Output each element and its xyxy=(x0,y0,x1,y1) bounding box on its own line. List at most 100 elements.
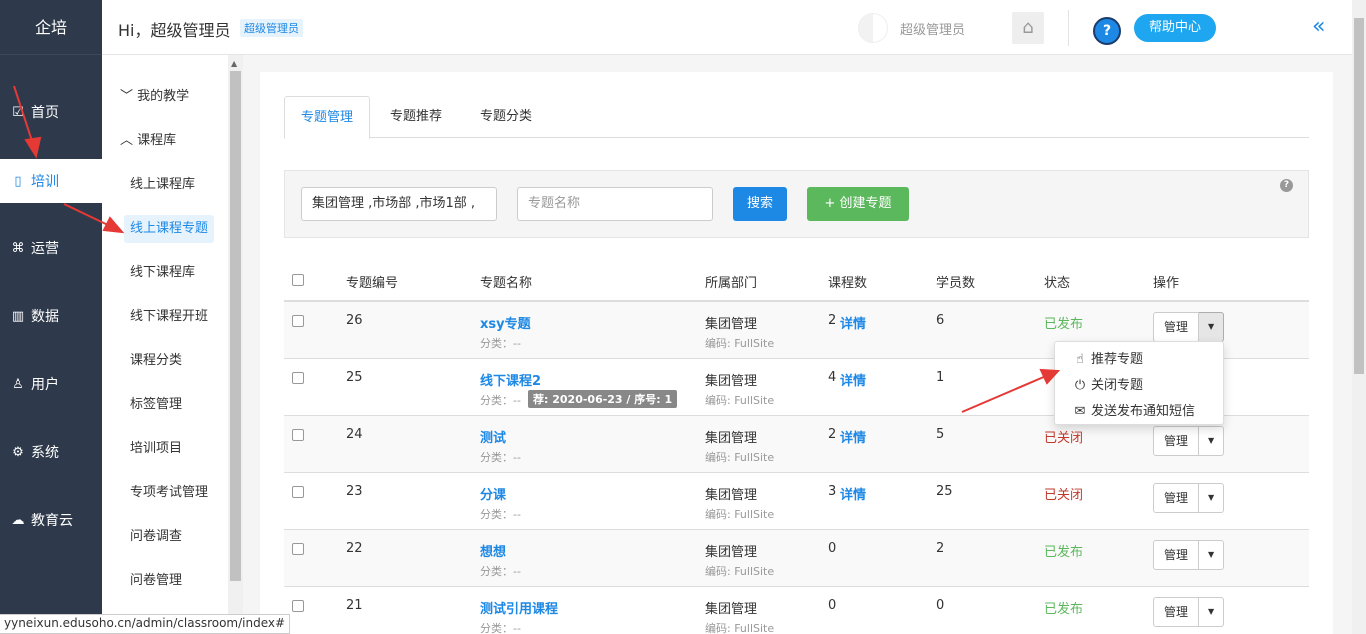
subnav-item-active[interactable]: 线上课程专题 xyxy=(124,215,215,243)
subnav-item[interactable]: 问卷调查 xyxy=(124,523,188,551)
search-button[interactable]: 搜索 xyxy=(733,187,787,221)
browser-status-url: yyneixun.edusoho.cn/admin/classroom/inde… xyxy=(0,614,291,634)
subnav-item[interactable]: 课程分类 xyxy=(124,347,188,375)
nav-item-label: 系统 xyxy=(31,445,59,461)
greeting: Hi，超级管理员 xyxy=(118,21,231,40)
help-icon[interactable]: ? xyxy=(1093,17,1121,45)
topic-name-link[interactable]: 测试 xyxy=(480,427,506,446)
topic-name-link[interactable]: 线下课程2 xyxy=(480,370,541,389)
department-code: 编码: FullSite xyxy=(705,508,775,521)
status-badge: 已关闭 xyxy=(1044,431,1084,446)
manage-button[interactable]: 管理 xyxy=(1153,540,1200,570)
row-checkbox[interactable] xyxy=(292,486,304,498)
nav-item-system[interactable]: ⚙ 系统 xyxy=(0,430,102,474)
select-all-checkbox[interactable] xyxy=(292,274,304,286)
caret-down-icon[interactable]: ▼ xyxy=(1199,540,1225,570)
subnav-item[interactable]: 线下课程开班 xyxy=(124,303,214,331)
course-count: 4 xyxy=(828,370,837,385)
topic-id: 25 xyxy=(346,370,363,385)
department: 集团管理 xyxy=(705,431,758,446)
topic-name-link[interactable]: 分课 xyxy=(480,484,506,503)
department-code: 编码: FullSite xyxy=(705,394,775,407)
topic-category: 分类：-- xyxy=(480,394,521,407)
main-sidebar: 企培 ☑ 首页 ▯ 培训 ⌘ 运营 ▥ 数据 ♙ 用户 ⚙ 系统 ☁ 教育云 xyxy=(0,0,102,634)
nav-item-operations[interactable]: ⌘ 运营 xyxy=(0,226,102,270)
subnav-item[interactable]: 培训项目 xyxy=(124,435,188,463)
nav-item-home[interactable]: ☑ 首页 xyxy=(0,90,102,134)
user-icon: ♙ xyxy=(12,376,24,392)
chevron-up-icon: ︿ xyxy=(120,133,134,148)
send-sms-item[interactable]: ✉ 发送发布通知短信 xyxy=(1055,399,1223,425)
nav-item-users[interactable]: ♙ 用户 xyxy=(0,362,102,406)
topic-name-link[interactable]: 想想 xyxy=(480,541,506,560)
topic-name-link[interactable]: xsy专题 xyxy=(480,313,531,332)
tab-topic-management[interactable]: 专题管理 xyxy=(284,96,371,139)
course-detail-link[interactable]: 详情 xyxy=(840,370,866,389)
command-icon: ⌘ xyxy=(11,240,25,256)
department-code: 编码: FullSite xyxy=(705,565,775,578)
page-scrollbar[interactable] xyxy=(1352,0,1366,634)
home-icon[interactable]: ⌂ xyxy=(1012,12,1044,44)
nav-item-data[interactable]: ▥ 数据 xyxy=(0,294,102,338)
nav-item-edu-cloud[interactable]: ☁ 教育云 xyxy=(0,498,102,542)
department: 集团管理 xyxy=(705,545,758,560)
nav-item-label: 数据 xyxy=(31,309,59,325)
subnav-item[interactable]: 线下课程库 xyxy=(124,259,201,287)
tab-topic-recommend[interactable]: 专题推荐 xyxy=(374,96,458,138)
department-select[interactable]: 集团管理 ,市场部 ,市场1部 , xyxy=(301,187,497,221)
caret-down-icon[interactable]: ▼ xyxy=(1199,312,1225,342)
nav-item-label: 运营 xyxy=(31,241,59,257)
subnav-scroll-thumb[interactable] xyxy=(230,71,241,581)
scroll-up-icon[interactable]: ▲ xyxy=(231,59,237,68)
recommend-topic-item[interactable]: ☝ 推荐专题 xyxy=(1055,347,1223,373)
topic-name-link[interactable]: 测试引用课程 xyxy=(480,598,558,617)
manage-button[interactable]: 管理 xyxy=(1153,312,1200,342)
book-icon: ▯ xyxy=(14,173,22,189)
course-detail-link[interactable]: 详情 xyxy=(840,484,866,503)
tab-bar: 专题管理 专题推荐 专题分类 xyxy=(284,96,1309,139)
create-topic-button[interactable]: + 创建专题 xyxy=(807,187,909,221)
table-row: 22 想想 分类：-- 集团管理 编码: FullSite 0 2 已发布 管理 ▼ xyxy=(284,530,1309,587)
topic-category: 分类：-- xyxy=(480,565,521,578)
action-button-group: 管理 ▼ xyxy=(1153,597,1225,627)
row-checkbox[interactable] xyxy=(292,372,304,384)
question-icon[interactable]: ? xyxy=(1280,179,1293,192)
subnav-scrollbar[interactable]: ▲ xyxy=(228,55,243,634)
row-checkbox[interactable] xyxy=(292,600,304,612)
subnav-item[interactable]: 问卷管理 xyxy=(124,567,188,595)
user-name[interactable]: 超级管理员 xyxy=(900,19,965,38)
row-checkbox[interactable] xyxy=(292,543,304,555)
bar-chart-icon: ▥ xyxy=(11,308,25,324)
tab-topic-category[interactable]: 专题分类 xyxy=(464,96,548,138)
chevron-down-icon: ﹀ xyxy=(120,89,134,104)
subnav-group-course-library[interactable]: ︿ 课程库 xyxy=(114,127,182,155)
subnav-item[interactable]: 标签管理 xyxy=(124,391,188,419)
avatar[interactable] xyxy=(858,13,888,43)
power-icon: ⏻ xyxy=(1074,378,1086,393)
brand-logo[interactable]: 企培 xyxy=(0,0,102,55)
row-checkbox[interactable] xyxy=(292,429,304,441)
topic-id: 26 xyxy=(346,313,363,328)
subnav-item[interactable]: 线上课程库 xyxy=(124,171,201,199)
topic-id: 22 xyxy=(346,541,363,556)
manage-button[interactable]: 管理 xyxy=(1153,597,1200,627)
nav-item-training[interactable]: ▯ 培训 xyxy=(0,159,102,203)
course-detail-link[interactable]: 详情 xyxy=(840,313,866,332)
subnav-group-my-teaching[interactable]: ﹀ 我的教学 xyxy=(114,83,195,111)
manage-button[interactable]: 管理 xyxy=(1153,426,1200,456)
row-checkbox[interactable] xyxy=(292,315,304,327)
caret-down-icon[interactable]: ▼ xyxy=(1199,597,1225,627)
subnav-item[interactable]: 专项考试管理 xyxy=(124,479,214,507)
page-scroll-thumb[interactable] xyxy=(1354,18,1364,374)
collapse-sidebar-icon[interactable]: « xyxy=(1312,14,1325,39)
course-detail-link[interactable]: 详情 xyxy=(840,427,866,446)
department-code: 编码: FullSite xyxy=(705,622,775,634)
topic-category: 分类：-- xyxy=(480,508,521,521)
manage-button[interactable]: 管理 xyxy=(1153,483,1200,513)
department: 集团管理 xyxy=(705,602,758,617)
caret-down-icon[interactable]: ▼ xyxy=(1199,426,1225,456)
close-topic-item[interactable]: ⏻ 关闭专题 xyxy=(1055,373,1223,399)
topic-name-input[interactable]: 专题名称 xyxy=(517,187,713,221)
caret-down-icon[interactable]: ▼ xyxy=(1199,483,1225,513)
help-center-button[interactable]: 帮助中心 xyxy=(1134,14,1216,42)
